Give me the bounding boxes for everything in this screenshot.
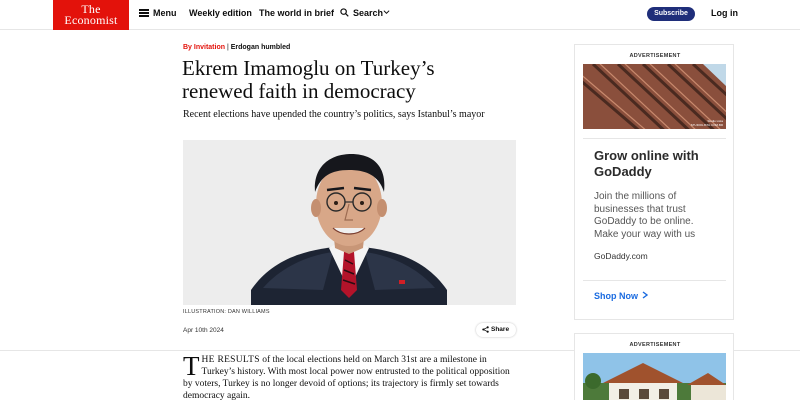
shop-now-button[interactable]: Shop Now [594,291,648,301]
subscribe-button[interactable]: Subscribe [647,7,695,21]
publish-date: Apr 10th 2024 [183,327,224,334]
hamburger-menu-icon[interactable] [139,9,149,17]
article-body: T HE RESULTS of the local elections held … [183,351,513,400]
ad-separator [583,138,726,139]
subrubric: Erdogan humbled [230,44,291,51]
share-label: Share [491,326,510,333]
search-button[interactable]: Search [353,8,383,18]
image-caption: ILLUSTRATION: DAN WILLIAMS [183,309,270,315]
advertisement-panel-2[interactable]: ADVERTISEMENT [574,333,734,400]
ad-house-image [583,353,726,400]
ad-image-2[interactable] [583,353,726,400]
ad-body: Join the millions of businesses that tru… [594,191,696,240]
site-header: The Economist Menu Weekly edition The wo… [0,0,800,30]
advertisement-panel[interactable]: ADVERTISEMENT Studio Lista STUDIOLISTA.C… [574,44,734,320]
dropcap: T [183,351,200,381]
chevron-down-icon[interactable] [383,9,390,15]
ad-image[interactable]: Studio Lista STUDIOLISTA.COM.BR [583,64,726,129]
article-standfirst: Recent elections have upended the countr… [183,109,485,120]
search-icon[interactable] [340,8,349,17]
ad-domain[interactable]: GoDaddy.com [594,251,648,261]
economist-logo[interactable]: The Economist [53,0,129,30]
ad-label-2: ADVERTISEMENT [629,342,681,348]
weekly-edition-link[interactable]: Weekly edition [189,8,252,18]
lead-smallcaps: HE RESULTS [201,355,260,365]
portrait-illustration [251,154,447,305]
menu-button[interactable]: Menu [153,8,177,18]
share-button[interactable]: Share [476,323,516,337]
chevron-right-icon [642,291,648,299]
logo-line-2: Economist [64,13,118,27]
article-headline: Ekrem Imamoglu on Turkey’s renewed faith… [182,56,435,103]
shop-now-label: Shop Now [594,291,638,301]
share-icon [482,326,489,333]
rubric-link[interactable]: By Invitation [183,44,225,51]
article-illustration [183,140,516,305]
ad-label: ADVERTISEMENT [629,53,681,59]
world-in-brief-link[interactable]: The world in brief [259,8,334,18]
article-kicker: By Invitation | Erdogan humbled [183,44,290,51]
ad-image-credit: Studio Lista STUDIOLISTA.COM.BR [690,119,723,127]
login-link[interactable]: Log in [711,8,738,18]
ad-title[interactable]: Grow online with GoDaddy [594,148,719,180]
ad-separator-2 [583,280,726,281]
